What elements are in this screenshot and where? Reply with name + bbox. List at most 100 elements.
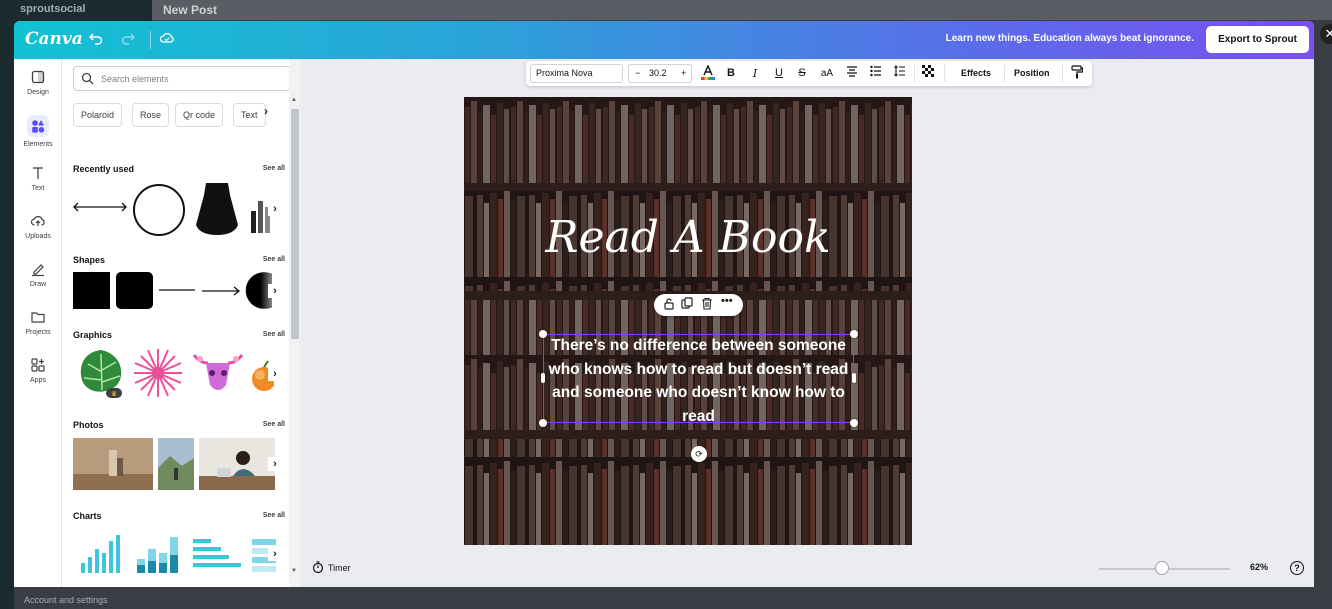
position-button[interactable]: Position — [1014, 68, 1050, 78]
photo-thumbnail[interactable] — [199, 438, 275, 490]
bull-skull-graphic[interactable] — [190, 349, 246, 399]
chevron-right-icon[interactable]: › — [268, 547, 282, 561]
zoom-level[interactable]: 62% — [1250, 562, 1268, 572]
bar-chart-thumbnail[interactable] — [79, 533, 123, 575]
chevron-right-icon[interactable]: › — [264, 104, 268, 118]
search-icon — [81, 72, 94, 85]
chip-text[interactable]: Text — [233, 103, 266, 127]
panel-scrollbar-thumb[interactable] — [291, 109, 299, 339]
resize-handle[interactable] — [539, 419, 547, 427]
skirt-thumbnail[interactable] — [194, 181, 240, 237]
line-shape[interactable] — [158, 286, 196, 294]
pink-starburst-graphic[interactable] — [132, 347, 184, 399]
bullet-list-icon[interactable] — [868, 65, 884, 82]
arrow-line-thumbnail[interactable] — [72, 202, 128, 212]
rail-label: Projects — [25, 329, 51, 336]
cloud-sync-icon[interactable] — [157, 30, 177, 50]
svg-text:♛: ♛ — [111, 390, 117, 398]
draw-icon — [32, 264, 44, 277]
zoom-slider-handle[interactable] — [1155, 561, 1169, 575]
chevron-right-icon[interactable]: › — [268, 202, 282, 216]
see-all-link[interactable]: See all — [263, 256, 285, 263]
rounded-square-shape[interactable] — [116, 272, 153, 309]
text-toolbar: Proxima Nova − 30.2 + B I U S aA Effects… — [526, 61, 1092, 86]
underline-button[interactable]: U — [771, 65, 787, 82]
rail-item-text[interactable]: Text — [14, 165, 62, 192]
toolbar-divider — [1004, 65, 1005, 82]
horizontal-bar-chart-thumbnail[interactable] — [191, 537, 243, 573]
duplicate-icon[interactable] — [681, 297, 693, 313]
rail-item-projects[interactable]: Projects — [14, 309, 62, 336]
rail-item-apps[interactable]: Apps — [14, 357, 62, 384]
italic-button[interactable]: I — [747, 65, 763, 82]
canva-editor-modal: Canva Learn new things. Education always… — [14, 21, 1314, 587]
text-case-button[interactable]: aA — [818, 65, 836, 82]
top-bar: Canva Learn new things. Education always… — [14, 21, 1314, 59]
chip-polaroid[interactable]: Polaroid — [73, 103, 123, 127]
font-size-stepper: − 30.2 + — [628, 64, 692, 83]
rail-label: Draw — [29, 281, 47, 288]
resize-handle-side[interactable] — [852, 373, 856, 383]
elements-panel: Search elements Polaroid Rose Qr code Te… — [62, 59, 300, 587]
see-all-link[interactable]: See all — [263, 165, 285, 172]
help-icon[interactable]: ? — [1290, 561, 1304, 575]
paint-roller-icon[interactable] — [1069, 65, 1085, 82]
monstera-leaf-graphic[interactable]: ♛ — [76, 346, 126, 400]
increase-size-button[interactable]: + — [681, 65, 686, 82]
stacked-bar-chart-thumbnail[interactable] — [135, 535, 181, 575]
delete-icon[interactable] — [701, 297, 713, 313]
element-context-menu: ••• — [654, 294, 743, 316]
chevron-right-icon[interactable]: › — [268, 457, 282, 471]
effects-button[interactable]: Effects — [961, 68, 991, 78]
heading-text[interactable]: Read A Book — [464, 212, 912, 263]
undo-icon[interactable] — [86, 30, 106, 50]
redo-icon[interactable] — [118, 30, 138, 50]
text-color-icon[interactable] — [699, 64, 717, 82]
photo-thumbnail[interactable] — [158, 438, 194, 490]
rail-item-uploads[interactable]: Uploads — [14, 213, 62, 240]
strikethrough-button[interactable]: S — [794, 65, 810, 82]
see-all-link[interactable]: See all — [263, 512, 285, 519]
chevron-right-icon[interactable]: › — [268, 284, 282, 298]
rail-label: Text — [31, 185, 45, 192]
rotate-icon[interactable]: ⟳ — [691, 446, 707, 462]
rail-item-design[interactable]: Design — [14, 69, 62, 96]
export-button[interactable]: Export to Sprout — [1206, 26, 1309, 53]
see-all-link[interactable]: See all — [263, 331, 285, 338]
bold-button[interactable]: B — [723, 65, 739, 82]
transparency-icon[interactable] — [920, 65, 936, 82]
square-shape[interactable] — [73, 272, 110, 309]
decrease-size-button[interactable]: − — [635, 65, 640, 82]
font-size-input[interactable]: 30.2 — [649, 65, 667, 82]
lock-icon[interactable] — [663, 297, 675, 313]
photo-thumbnail[interactable] — [73, 438, 153, 490]
rail-item-elements[interactable]: Elements — [14, 115, 62, 148]
see-all-link[interactable]: See all — [263, 421, 285, 428]
design-page[interactable]: Read A Book ••• There’s no difference be… — [464, 97, 912, 545]
elements-icon — [32, 120, 45, 133]
resize-handle[interactable] — [850, 330, 858, 338]
circle-thumbnail[interactable] — [132, 183, 186, 237]
resize-handle[interactable] — [539, 330, 547, 338]
chevron-right-icon[interactable]: › — [268, 367, 282, 381]
quote-text[interactable]: There’s no difference between someone wh… — [544, 334, 853, 428]
arrow-shape[interactable] — [201, 286, 241, 296]
more-options-icon[interactable]: ••• — [721, 295, 733, 307]
align-center-icon[interactable] — [844, 65, 860, 82]
modal-close-icon[interactable]: ✕ — [1320, 24, 1332, 44]
scroll-up-icon[interactable]: ▲ — [291, 97, 297, 103]
timer-label: Timer — [328, 563, 351, 573]
upload-icon — [30, 216, 45, 226]
scroll-down-icon[interactable]: ▼ — [291, 568, 297, 574]
chip-qr-code[interactable]: Qr code — [175, 103, 224, 127]
rail-item-draw[interactable]: Draw — [14, 261, 62, 288]
timer-button[interactable]: Timer — [312, 561, 351, 574]
motto-text: Learn new things. Education always beat … — [945, 33, 1194, 44]
resize-handle[interactable] — [850, 419, 858, 427]
resize-handle-side[interactable] — [541, 373, 545, 383]
font-selector[interactable]: Proxima Nova — [530, 64, 623, 83]
section-title-recently-used: Recently used — [73, 164, 135, 174]
spacing-icon[interactable] — [892, 65, 908, 82]
search-input[interactable]: Search elements — [73, 66, 291, 91]
chip-rose[interactable]: Rose — [132, 103, 170, 127]
